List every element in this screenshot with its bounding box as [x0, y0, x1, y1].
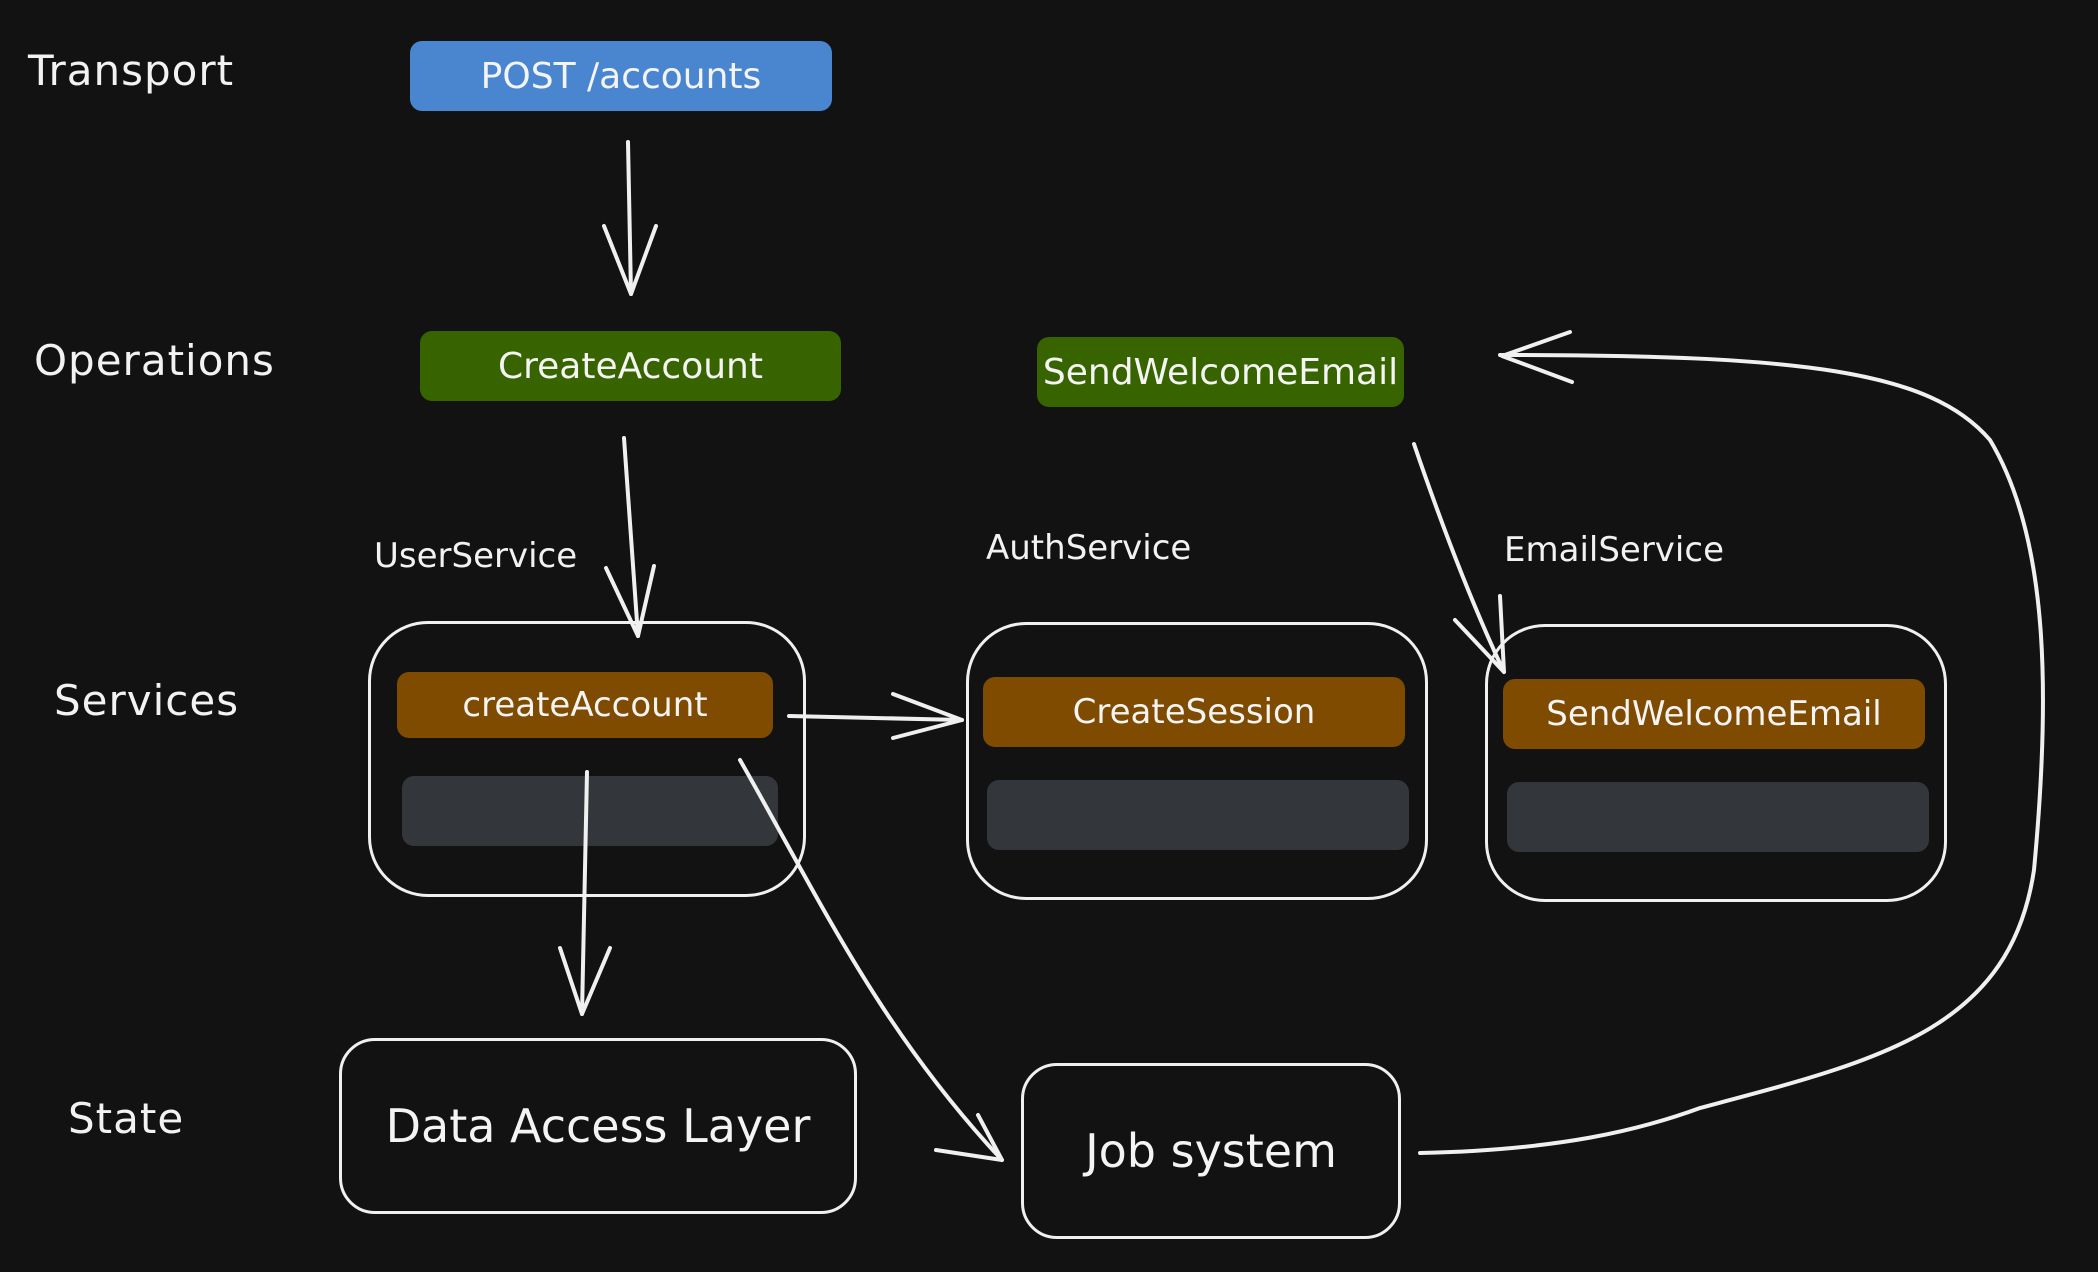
service-label-email: EmailService — [1504, 530, 1724, 570]
user-service-method-create-account[interactable]: createAccount — [397, 672, 773, 738]
email-service-empty-slot — [1507, 782, 1929, 852]
edge-user-service-to-create-session — [787, 692, 964, 740]
user-service-container — [368, 621, 806, 897]
transport-endpoint-node[interactable]: POST /accounts — [410, 41, 832, 111]
auth-service-method-create-session[interactable]: CreateSession — [983, 677, 1405, 747]
service-label-user: UserService — [374, 536, 578, 576]
service-label-auth: AuthService — [986, 528, 1192, 568]
state-job-system-node[interactable]: Job system — [1021, 1063, 1401, 1239]
user-service-empty-slot — [402, 776, 778, 846]
layer-label-operations: Operations — [34, 336, 275, 385]
edge-send-welcome-email-to-email-service — [1412, 442, 1506, 674]
layer-label-transport: Transport — [28, 46, 235, 95]
email-service-method-send-welcome-email[interactable]: SendWelcomeEmail — [1503, 679, 1925, 749]
operation-send-welcome-email-node[interactable]: SendWelcomeEmail — [1037, 337, 1404, 407]
layer-label-services: Services — [54, 676, 240, 725]
email-service-container — [1485, 624, 1947, 902]
layer-label-state: State — [68, 1094, 185, 1143]
auth-service-container — [966, 622, 1428, 900]
state-data-access-layer-node[interactable]: Data Access Layer — [339, 1038, 857, 1214]
auth-service-empty-slot — [987, 780, 1409, 850]
edge-post-to-create-account — [602, 140, 658, 296]
operation-create-account-node[interactable]: CreateAccount — [420, 331, 841, 401]
edge-create-account-to-user-service — [604, 436, 656, 638]
